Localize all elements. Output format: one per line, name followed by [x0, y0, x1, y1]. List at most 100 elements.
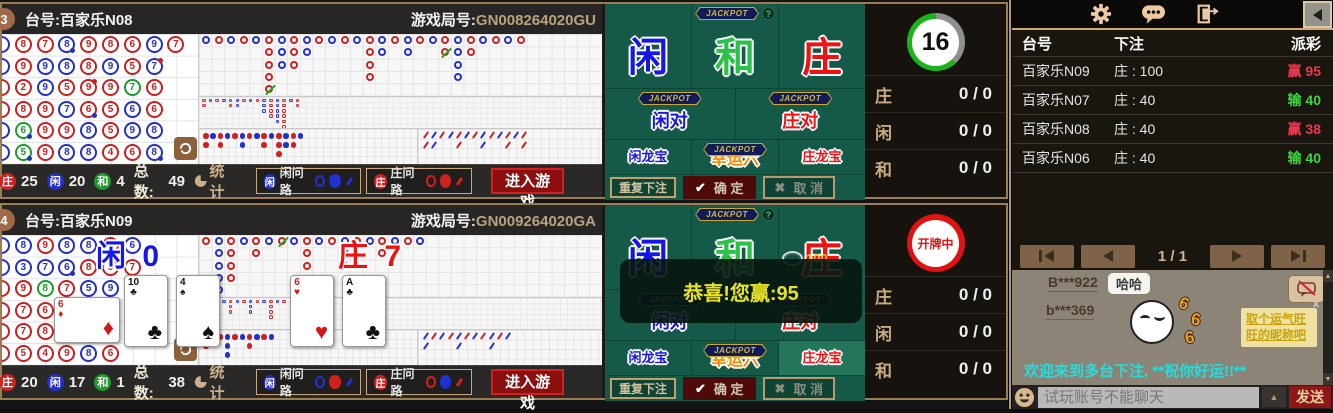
bead-cell: 6	[124, 144, 141, 161]
player-ask-road-button[interactable]: 闲 闲问路	[256, 369, 362, 395]
repeat-bet-button[interactable]: 重复下注	[610, 177, 676, 198]
cockroach-cell	[505, 141, 511, 149]
check-icon: ✔	[695, 381, 706, 397]
bet-player-cell[interactable]: 闲	[605, 4, 691, 88]
logout-button[interactable]	[1195, 3, 1219, 25]
bet-summary-banker: 庄0 / 0	[865, 276, 1006, 313]
bead-cell: 9	[37, 144, 54, 161]
sidebar: 台号 下注 派彩 百家乐N09庄 : 100赢 95百家乐N07庄 : 40输 …	[1012, 0, 1333, 409]
cockroach-cell	[480, 141, 486, 149]
enter-game-button[interactable]: 进入游戏	[491, 168, 564, 194]
chat-scrollbar[interactable]: ▲ ▼	[1323, 270, 1333, 385]
x-icon: ✖	[775, 180, 786, 196]
col-payout: 派彩	[1257, 33, 1321, 54]
last-page-button[interactable]	[1271, 245, 1325, 268]
pair-dot	[70, 271, 75, 276]
bet-summary-player: 闲0 / 0	[865, 112, 1006, 149]
big-eye-cell	[269, 104, 273, 108]
confirm-bet-button[interactable]: ✔确 定	[683, 377, 756, 400]
ask-ring-icon	[315, 376, 325, 388]
player-ask-road-button[interactable]: 闲 闲问路	[256, 168, 362, 194]
game-id-label: 游戏局号:	[411, 213, 476, 230]
banker-ask-road-button[interactable]: 庄 庄问路	[366, 369, 472, 395]
close-icon[interactable]: x	[1313, 297, 1319, 311]
help-icon[interactable]: ?	[762, 7, 775, 20]
pair-dot	[92, 79, 97, 84]
big-eye-cell	[269, 305, 273, 309]
chat-input[interactable]	[1038, 387, 1259, 408]
first-page-button[interactable]	[1020, 245, 1074, 268]
confirm-bet-button[interactable]: ✔确 定	[683, 176, 756, 199]
ask-dot-icon	[329, 174, 340, 188]
help-icon[interactable]: ?	[762, 208, 775, 221]
tables-column: 3 台号:百家乐N08 游戏局号:GN008264020GU 878986979…	[0, 0, 1008, 409]
record-table-name: 百家乐N06	[1022, 148, 1114, 168]
bet-lucky6-cell[interactable]: JACKPOT 幸运六	[692, 140, 778, 174]
game-id-value: GN008264020GU	[476, 12, 596, 29]
small-road-cell	[298, 133, 304, 139]
bead-cell	[2, 144, 10, 161]
bead-cell: 6	[15, 122, 32, 139]
bead-cell	[2, 345, 10, 362]
bead-cell: 6	[58, 259, 75, 276]
jackpot-badge: JACKPOT	[695, 7, 759, 20]
player-dragon-label: 闲龙宝	[628, 347, 667, 366]
big-eye-cell	[296, 99, 300, 103]
scroll-down-icon[interactable]: ▼	[1323, 373, 1333, 385]
small-road-cell	[254, 133, 260, 139]
banker-ask-road-button[interactable]: 庄 庄问路	[366, 168, 472, 194]
scroll-up-icon[interactable]: ▲	[1323, 270, 1333, 282]
statistics-button[interactable]: 统计	[194, 160, 235, 202]
small-road-cell	[276, 133, 282, 139]
bet-lucky6-cell[interactable]: JACKPOT 幸运六	[692, 341, 778, 375]
bet-banker-dragon-cell[interactable]: 庄龙宝	[779, 140, 865, 174]
prev-page-button[interactable]	[1081, 245, 1135, 268]
bead-cell: 6	[146, 79, 163, 96]
big-road-cell	[441, 48, 449, 56]
bead-cell	[2, 58, 10, 75]
ask-slash-icon	[345, 177, 353, 186]
mute-chat-button[interactable]	[1288, 275, 1325, 303]
emoji-button[interactable]	[1014, 387, 1035, 408]
statistics-button[interactable]: 统计	[194, 361, 235, 403]
card-rank: 6♥	[294, 278, 300, 298]
next-page-button[interactable]	[1210, 245, 1264, 268]
bet-tie-cell[interactable]: JACKPOT? 和	[692, 4, 778, 88]
bets-table-body: 百家乐N09庄 : 100赢 95百家乐N07庄 : 40输 40百家乐N08庄…	[1012, 56, 1333, 173]
bet-player-dragon-cell[interactable]: 闲龙宝	[605, 140, 691, 174]
total-label: 总数:	[134, 160, 164, 202]
bet-banker-dragon-cell[interactable]: 庄龙宝	[779, 341, 865, 375]
big-road-cell	[278, 48, 286, 56]
record-payout: 赢 38	[1257, 119, 1321, 139]
bead-cell	[2, 237, 10, 254]
bead-cell: 5	[102, 101, 119, 118]
bet-player-pair-cell[interactable]: JACKPOT 闲对	[605, 89, 735, 139]
card-rank: 10♣	[128, 278, 139, 298]
bet-banker-cell[interactable]: 庄	[779, 4, 865, 88]
collapse-chat-button[interactable]: ▲	[1262, 387, 1286, 407]
tie-badge: 和	[94, 374, 111, 391]
bet-banker-pair-cell[interactable]: JACKPOT 庄对	[736, 89, 866, 139]
repeat-bet-button[interactable]: 重复下注	[610, 378, 676, 399]
cockroach-cell	[472, 131, 478, 139]
cancel-bet-button[interactable]: ✖取 消	[763, 176, 836, 199]
cockroach-cell	[464, 332, 470, 340]
collapse-sidebar-button[interactable]	[1303, 1, 1332, 28]
cockroach-cell	[497, 332, 503, 340]
settings-button[interactable]	[1090, 3, 1112, 25]
small-road	[198, 128, 417, 164]
enter-game-button[interactable]: 进入游戏	[491, 369, 564, 395]
bet-player-dragon-cell[interactable]: 闲龙宝	[605, 341, 691, 375]
cancel-bet-button[interactable]: ✖取 消	[763, 377, 836, 400]
big-eye-cell	[262, 109, 266, 113]
bead-cell: 6	[80, 101, 97, 118]
send-button[interactable]: 发送	[1289, 386, 1331, 408]
bead-cell: 8	[146, 122, 163, 139]
bead-cell: 9	[102, 79, 119, 96]
chat-toggle-button[interactable]	[1141, 3, 1166, 25]
chat-message-bubble: 哈哈	[1108, 273, 1150, 294]
bead-cell: 5	[58, 79, 75, 96]
big-road-cell	[290, 61, 298, 69]
nickname-notice[interactable]: 取个运气旺旺的昵称吧x	[1241, 308, 1317, 347]
big-eye-cell	[269, 300, 273, 304]
